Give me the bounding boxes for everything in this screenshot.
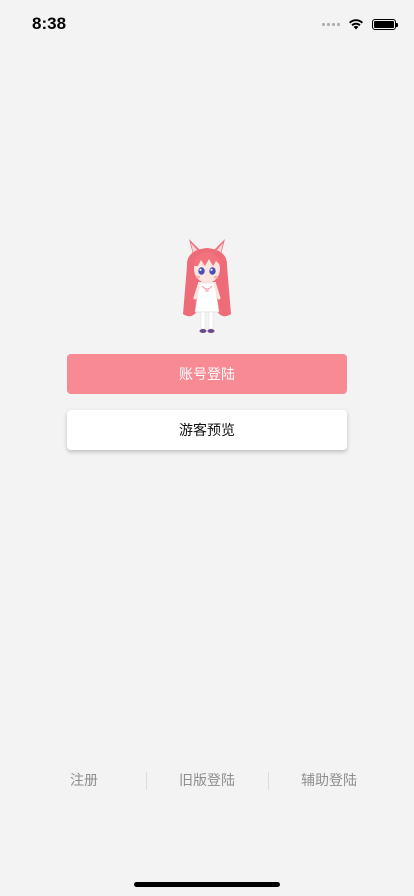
signal-icon bbox=[322, 22, 340, 26]
divider bbox=[268, 772, 269, 790]
status-time: 8:38 bbox=[32, 14, 67, 33]
account-login-button[interactable]: 账号登陆 bbox=[67, 354, 347, 394]
footer-links: 注册 旧版登陆 辅助登陆 bbox=[0, 770, 414, 792]
guest-preview-button[interactable]: 游客预览 bbox=[67, 410, 347, 450]
divider bbox=[146, 772, 147, 790]
home-indicator[interactable] bbox=[134, 882, 280, 887]
status-bar: 8:38 bbox=[0, 0, 414, 48]
assisted-login-link[interactable]: 辅助登陆 bbox=[301, 770, 357, 792]
wifi-icon bbox=[348, 18, 364, 30]
old-version-login-link[interactable]: 旧版登陆 bbox=[179, 770, 235, 792]
battery-icon bbox=[372, 18, 398, 30]
mascot-image bbox=[178, 236, 236, 336]
status-icons bbox=[322, 16, 398, 32]
register-link[interactable]: 注册 bbox=[70, 770, 98, 792]
